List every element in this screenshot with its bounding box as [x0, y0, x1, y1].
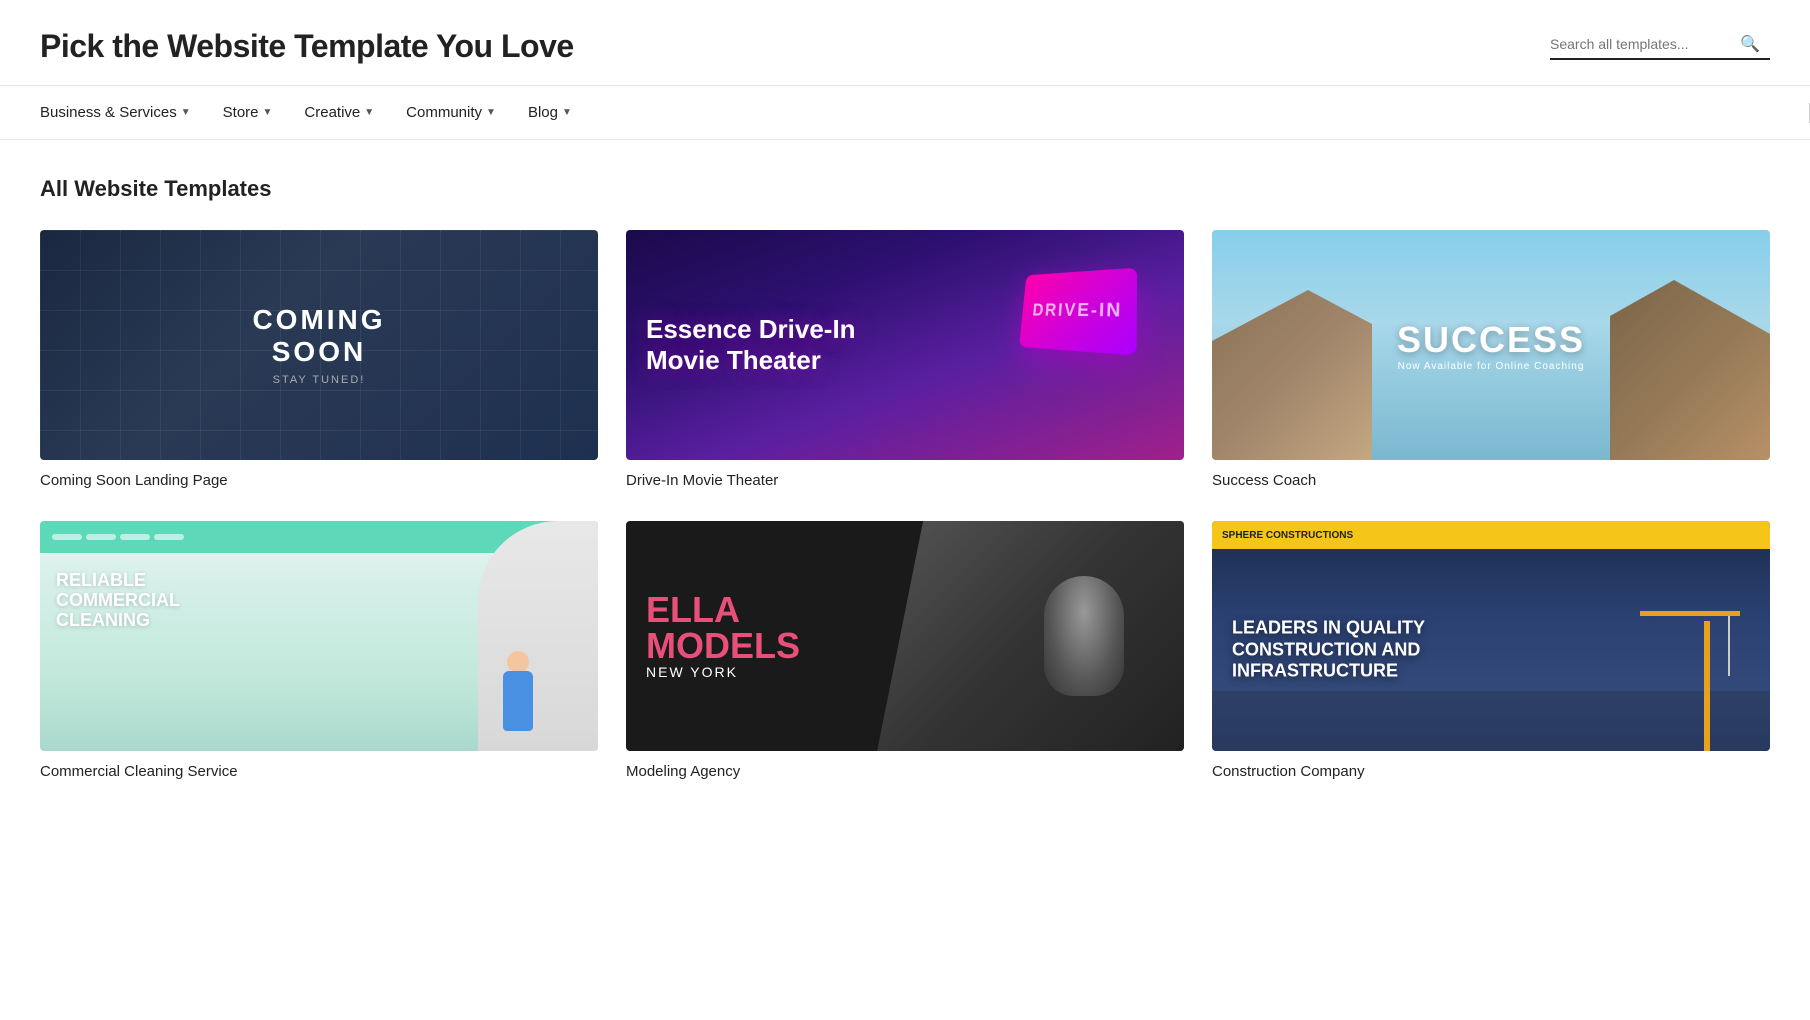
section-title: All Website Templates — [40, 176, 1770, 202]
chevron-down-icon: ▼ — [562, 107, 572, 118]
template-label-success-coach: Success Coach — [1212, 472, 1770, 489]
template-thumbnail-success-coach: SUCCESS Now Available for Online Coachin… — [1212, 230, 1770, 460]
success-preview-text: SUCCESS Now Available for Online Coachin… — [1397, 319, 1585, 372]
nav-item-blog[interactable]: Blog ▼ — [512, 86, 588, 139]
chevron-down-icon: ▼ — [364, 107, 374, 118]
nav-label-creative: Creative — [304, 104, 360, 121]
nav-label-business: Business & Services — [40, 104, 177, 121]
main-nav: Business & Services ▼ Store ▼ Creative ▼… — [0, 86, 1810, 140]
template-card-coming-soon[interactable]: COMINGSOON STAY TUNED! Coming Soon Landi… — [40, 230, 598, 489]
template-card-modeling[interactable]: ELLAMODELS NEW YORK Modeling Agency — [626, 521, 1184, 780]
modeling-photo-bg — [877, 521, 1184, 751]
success-cliff-right — [1610, 280, 1770, 460]
template-grid: COMINGSOON STAY TUNED! Coming Soon Landi… — [40, 230, 1770, 780]
nav-label-community: Community — [406, 104, 482, 121]
drive-in-3d-visual: DRIVE-IN — [984, 250, 1164, 380]
modeling-preview-text: ELLAMODELS NEW YORK — [646, 592, 800, 680]
main-content: All Website Templates COMINGSOON STAY TU… — [0, 140, 1810, 820]
nav-item-creative[interactable]: Creative ▼ — [288, 86, 390, 139]
drive-in-preview-text: Essence Drive-InMovie Theater — [646, 314, 856, 376]
construction-crane — [1610, 591, 1750, 751]
construction-preview-text: LEADERS IN QUALITYCONSTRUCTION ANDINFRAS… — [1232, 618, 1425, 683]
template-thumbnail-cleaning: RELIABLECOMMERCIALCLEANING — [40, 521, 598, 751]
template-label-drive-in: Drive-In Movie Theater — [626, 472, 1184, 489]
nav-label-blog: Blog — [528, 104, 558, 121]
chevron-down-icon: ▼ — [263, 107, 273, 118]
search-input[interactable] — [1550, 36, 1740, 52]
template-label-coming-soon: Coming Soon Landing Page — [40, 472, 598, 489]
nav-label-store: Store — [223, 104, 259, 121]
template-card-construction[interactable]: SPHERE CONSTRUCTIONS LEADERS IN QUALITYC… — [1212, 521, 1770, 780]
cleaning-preview-text: RELIABLECOMMERCIALCLEANING — [56, 571, 180, 630]
chevron-down-icon: ▼ — [486, 107, 496, 118]
modeling-face — [1044, 576, 1124, 696]
template-label-modeling: Modeling Agency — [626, 763, 1184, 780]
template-card-drive-in[interactable]: Essence Drive-InMovie Theater DRIVE-IN D… — [626, 230, 1184, 489]
template-label-construction: Construction Company — [1212, 763, 1770, 780]
page-title: Pick the Website Template You Love — [40, 28, 574, 65]
chevron-down-icon: ▼ — [181, 107, 191, 118]
search-icon[interactable]: 🔍 — [1740, 34, 1760, 54]
search-wrapper: 🔍 — [1550, 34, 1770, 60]
template-thumbnail-coming-soon: COMINGSOON STAY TUNED! — [40, 230, 598, 460]
cleaning-figure — [478, 611, 558, 751]
construction-header-bar: SPHERE CONSTRUCTIONS — [1212, 521, 1770, 549]
success-cliff-left — [1212, 290, 1372, 460]
template-thumbnail-modeling: ELLAMODELS NEW YORK — [626, 521, 1184, 751]
nav-item-store[interactable]: Store ▼ — [207, 86, 289, 139]
template-card-success-coach[interactable]: SUCCESS Now Available for Online Coachin… — [1212, 230, 1770, 489]
template-card-cleaning[interactable]: RELIABLECOMMERCIALCLEANING Commercial Cl… — [40, 521, 598, 780]
template-thumbnail-drive-in: Essence Drive-InMovie Theater DRIVE-IN — [626, 230, 1184, 460]
nav-item-community[interactable]: Community ▼ — [390, 86, 512, 139]
page-header: Pick the Website Template You Love 🔍 — [0, 0, 1810, 86]
nav-item-business[interactable]: Business & Services ▼ — [40, 86, 207, 139]
template-thumbnail-construction: SPHERE CONSTRUCTIONS LEADERS IN QUALITYC… — [1212, 521, 1770, 751]
template-label-cleaning: Commercial Cleaning Service — [40, 763, 598, 780]
